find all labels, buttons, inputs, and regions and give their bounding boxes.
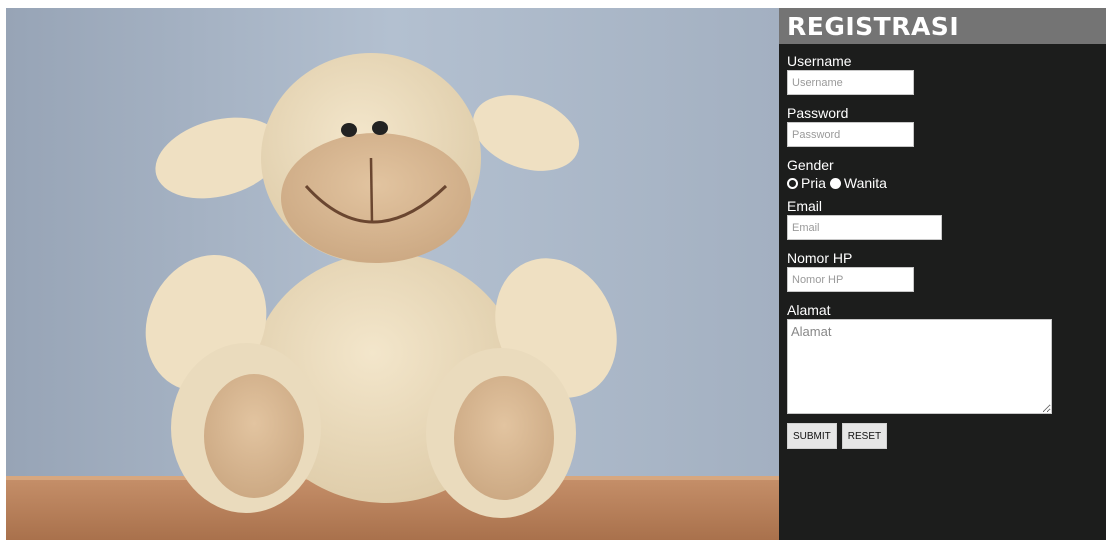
form-buttons: SUBMIT RESET — [787, 423, 1098, 449]
reset-button[interactable]: RESET — [841, 423, 888, 449]
password-input[interactable] — [787, 122, 914, 147]
radio-pria[interactable] — [787, 177, 798, 189]
form-title: REGISTRASI — [787, 11, 960, 41]
registration-form: Username Password Gender Pria Wanita Ema… — [779, 53, 1106, 449]
radio-wanita[interactable] — [829, 177, 841, 189]
email-input[interactable] — [787, 215, 942, 240]
hero-image — [6, 8, 779, 540]
alamat-textarea[interactable] — [787, 319, 1052, 414]
teddy-sheep-photo — [6, 8, 779, 540]
registration-panel: REGISTRASI Username Password Gender Pria… — [779, 8, 1106, 540]
radio-wanita-label[interactable]: Wanita — [844, 175, 887, 191]
email-label: Email — [787, 198, 823, 214]
radio-pria-label[interactable]: Pria — [801, 175, 826, 191]
alamat-label: Alamat — [787, 302, 831, 318]
gender-label: Gender — [787, 157, 834, 173]
nomor-hp-input[interactable] — [787, 267, 914, 292]
username-input[interactable] — [787, 70, 914, 95]
password-label: Password — [787, 105, 849, 121]
username-label: Username — [787, 53, 852, 69]
submit-button[interactable]: SUBMIT — [787, 423, 837, 449]
title-bar: REGISTRASI — [779, 8, 1106, 44]
gender-radio-group: Pria Wanita — [787, 174, 1098, 192]
nomor-hp-label: Nomor HP — [787, 250, 853, 266]
